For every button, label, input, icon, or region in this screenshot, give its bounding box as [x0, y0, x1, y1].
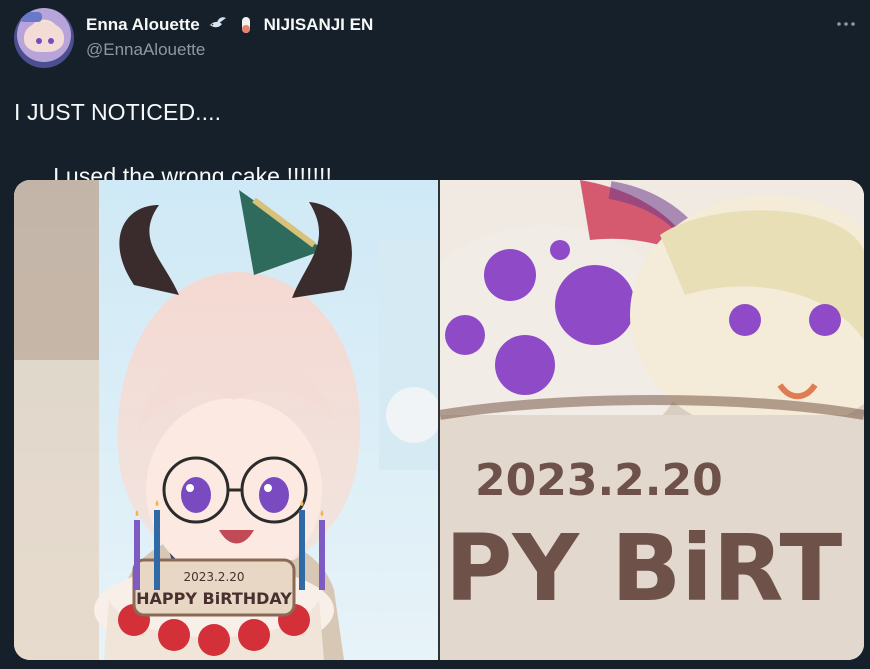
avatar[interactable] — [14, 8, 74, 68]
tweet-header: Enna Alouette NIJISANJI EN @EnnaAlouette — [86, 14, 810, 60]
avatar-hair — [24, 22, 64, 52]
media-image-left[interactable]: 2023.2.20 HAPPY BiRTHDAY — [14, 180, 438, 660]
media-image-right[interactable]: 2023.2.20 PY BiRT — [440, 180, 864, 660]
avatar-eye-right — [48, 38, 54, 44]
avatar-eye-left — [36, 38, 42, 44]
cake-date-left: 2023.2.20 — [183, 570, 244, 584]
cake-text-right: PY BiRT — [445, 515, 842, 622]
ellipsis-icon[interactable] — [834, 12, 858, 36]
cake-text-left: HAPPY BiRTHDAY — [136, 589, 292, 608]
author-handle[interactable]: @EnnaAlouette — [86, 40, 810, 60]
author-name[interactable]: Enna Alouette — [86, 14, 200, 36]
cake-date-right: 2023.2.20 — [475, 455, 723, 506]
tube-emoji — [236, 15, 256, 35]
dove-emoji — [208, 15, 228, 35]
author-row: Enna Alouette NIJISANJI EN — [86, 14, 810, 36]
tweet-text-line-1: I JUST NOTICED.... — [14, 99, 222, 125]
affiliation[interactable]: NIJISANJI EN — [264, 14, 374, 36]
avatar-badge — [20, 12, 42, 22]
tweet-media: 2023.2.20 HAPPY BiRTHDAY 2023.2.20 PY Bi… — [14, 180, 864, 660]
